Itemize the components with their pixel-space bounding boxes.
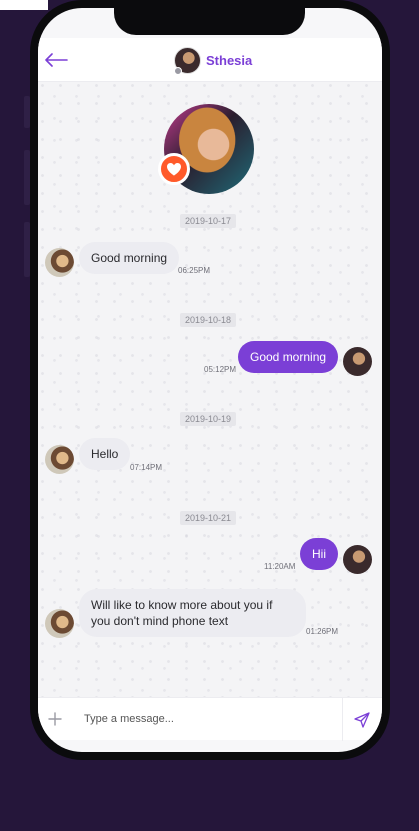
message-text: Good morning (250, 350, 327, 364)
message-timestamp: 05:12PM (204, 365, 237, 374)
send-divider (342, 698, 343, 741)
own-avatar[interactable] (343, 347, 372, 376)
incoming-message-bubble[interactable]: Good morning (79, 242, 180, 274)
message-composer (38, 697, 382, 741)
send-button[interactable] (350, 708, 374, 732)
message-timestamp: 07:14PM (130, 463, 163, 472)
chat-header: Sthesia (38, 38, 382, 82)
message-timestamp: 06:25PM (178, 266, 211, 275)
incoming-message-bubble[interactable]: Hello (79, 438, 131, 470)
message-text: Good morning (91, 251, 168, 265)
send-icon (354, 712, 370, 728)
message-text: Hii (312, 547, 326, 561)
sender-avatar[interactable] (45, 445, 74, 474)
outgoing-message-bubble[interactable]: Good morning (238, 341, 339, 373)
message-text: Hello (91, 447, 119, 461)
corner-patch (0, 0, 48, 10)
online-status-dot (174, 67, 182, 75)
message-input[interactable] (84, 707, 332, 731)
date-separator: 2019-10-17 (180, 214, 237, 228)
sender-avatar[interactable] (45, 248, 74, 277)
own-avatar[interactable] (343, 545, 372, 574)
chat-screen: Sthesia 2019-10-17 Good morning 06:25PM … (38, 8, 382, 752)
plus-icon (48, 712, 62, 726)
message-timestamp: 01:26PM (306, 627, 339, 636)
date-separator: 2019-10-18 (180, 313, 237, 327)
contact-name[interactable]: Sthesia (206, 53, 252, 68)
sender-avatar[interactable] (45, 609, 74, 638)
favorite-button[interactable] (158, 153, 190, 185)
incoming-message-bubble[interactable]: Will like to know more about you if you … (79, 589, 306, 637)
message-timestamp: 11:20AM (264, 562, 296, 571)
date-separator: 2019-10-21 (180, 511, 237, 525)
arrow-left-icon (45, 53, 68, 67)
phone-notch (114, 0, 305, 35)
heart-icon (167, 163, 181, 176)
attach-button[interactable] (44, 708, 66, 730)
date-separator: 2019-10-19 (180, 412, 237, 426)
message-text: Will like to know more about you if you … (91, 598, 273, 628)
back-button[interactable] (42, 46, 70, 74)
outgoing-message-bubble[interactable]: Hii (300, 538, 338, 570)
